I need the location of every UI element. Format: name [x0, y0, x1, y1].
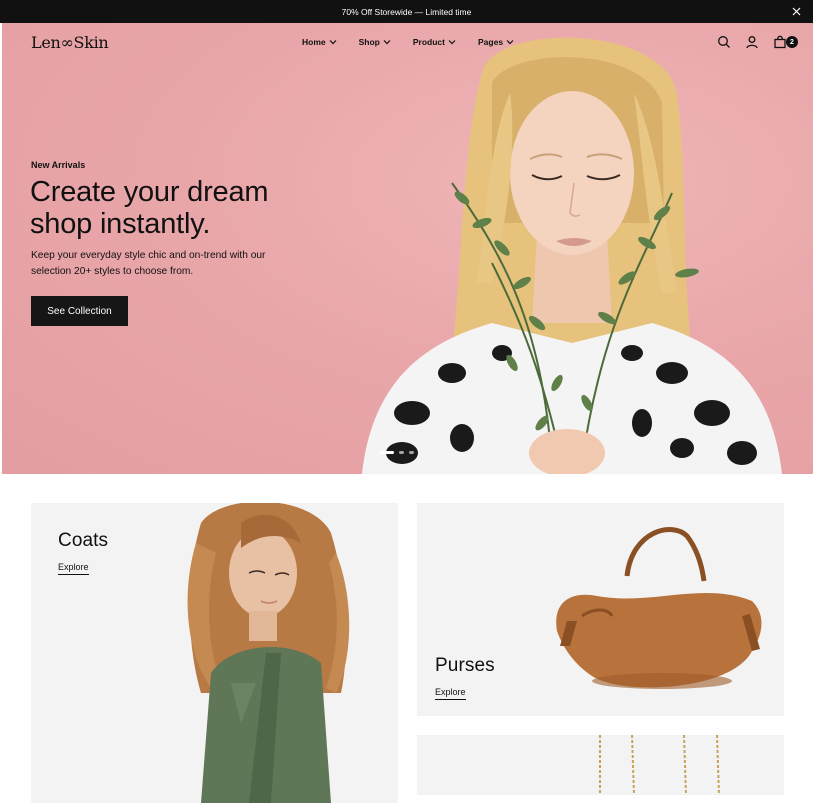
coats-model-image: [187, 503, 350, 803]
hero-subcopy: Keep your everyday style chic and on-tre…: [31, 250, 266, 277]
nav-actions: 2: [717, 35, 798, 49]
hero-headline-line-2: shop instantly.: [30, 208, 211, 240]
chevron-down-icon: [448, 40, 456, 45]
carousel-dot-2[interactable]: [399, 451, 404, 454]
brand-logo[interactable]: Len∞Skin: [31, 33, 109, 52]
close-icon[interactable]: [789, 4, 803, 18]
nav-item-label: Product: [412, 37, 445, 47]
nav-item-label: Home: [302, 37, 326, 47]
hero-model-image: [362, 37, 782, 474]
explore-link-coats[interactable]: Explore: [58, 562, 89, 575]
carousel-dot-1[interactable]: [380, 451, 394, 454]
category-card-purses[interactable]: Purses Explore: [417, 503, 784, 716]
nav-item-shop[interactable]: Shop: [359, 37, 391, 47]
hero-headline: Create your dream shop instantly.: [30, 176, 330, 240]
shopping-bag-icon: [774, 35, 786, 49]
category-title-purses: Purses: [435, 655, 495, 676]
hero-banner: Len∞Skin Home Shop Product Pages 2 New A…: [2, 23, 813, 474]
main-navigation: Len∞Skin Home Shop Product Pages 2: [2, 23, 813, 63]
purse-product-image: [556, 527, 762, 689]
carousel-pagination: [380, 451, 414, 454]
category-title-coats: Coats: [58, 530, 109, 551]
explore-link-purses[interactable]: Explore: [435, 687, 466, 700]
chevron-down-icon: [506, 40, 514, 45]
nav-item-pages[interactable]: Pages: [478, 37, 514, 47]
hero-eyebrow: New Arrivals: [31, 160, 86, 170]
search-icon[interactable]: [717, 35, 731, 49]
chevron-down-icon: [329, 40, 337, 45]
carousel-dot-3[interactable]: [409, 451, 414, 454]
nav-item-label: Pages: [478, 37, 504, 47]
chevron-down-icon: [383, 40, 391, 45]
nav-item-product[interactable]: Product: [413, 37, 456, 47]
hero-headline-line-1: Create your dream: [30, 176, 269, 208]
category-card-partial[interactable]: [417, 735, 784, 795]
see-collection-button[interactable]: See Collection: [31, 296, 128, 326]
nav-item-home[interactable]: Home: [302, 37, 337, 47]
cart-button[interactable]: 2: [773, 35, 798, 49]
nav-menu: Home Shop Product Pages: [302, 37, 514, 47]
announcement-bar: 70% Off Storewide — Limited time: [0, 0, 813, 23]
category-card-coats[interactable]: Coats Explore: [31, 503, 398, 803]
announcement-text: 70% Off Storewide — Limited time: [341, 6, 472, 17]
user-icon[interactable]: [745, 35, 759, 49]
nav-item-label: Shop: [358, 37, 380, 47]
chain-accessory-image: [599, 735, 720, 795]
cart-count-badge: 2: [786, 36, 798, 48]
